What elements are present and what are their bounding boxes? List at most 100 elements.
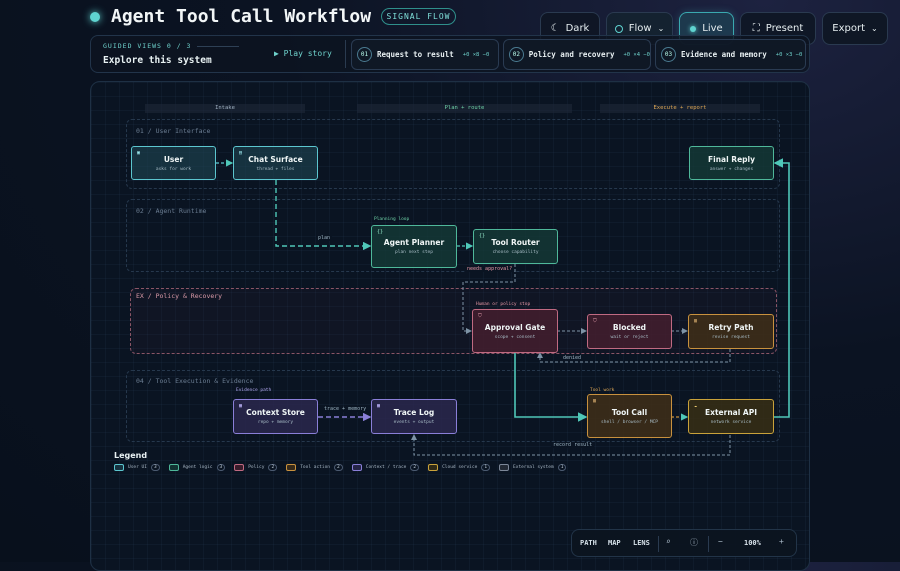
node-title: Final Reply bbox=[708, 154, 755, 164]
node-title: Retry Path bbox=[708, 323, 754, 332]
zoom-out-button[interactable]: − bbox=[718, 537, 723, 546]
legend-item-tool-action: Tool action 2 bbox=[286, 464, 343, 471]
tag-tool-work: Tool work bbox=[590, 388, 615, 393]
legend-item-context-trace: Context / trace 2 bbox=[351, 464, 420, 471]
code-icon: {} bbox=[377, 229, 384, 235]
database-icon: ▦ bbox=[239, 403, 243, 409]
node-subtitle: revise request bbox=[712, 335, 750, 340]
step-label: Policy and recovery bbox=[528, 50, 615, 59]
export-label: Export bbox=[832, 23, 866, 34]
legend-count: 2 bbox=[410, 464, 420, 471]
node-approval-gate[interactable]: ⛉ Approval Gate scope + consent bbox=[472, 309, 558, 353]
step-counts: +0 ×4 −0 bbox=[623, 51, 651, 58]
legend-count: 3 bbox=[216, 464, 226, 471]
node-subtitle: asks for work bbox=[155, 166, 192, 172]
legend-title: Legend bbox=[114, 451, 148, 460]
present-label: Present bbox=[765, 23, 804, 34]
node-title: Approval Gate bbox=[484, 322, 546, 332]
legend-item-user-ui: User UI 3 bbox=[114, 464, 160, 471]
log-icon: ▦ bbox=[377, 403, 381, 409]
legend-list: User UI 3 Agent logic 3 Policy 2 Tool actio… bbox=[114, 464, 567, 471]
guided-views-title: Explore this system bbox=[103, 55, 212, 66]
node-retry-path[interactable]: ▥ Retry Path revise request bbox=[688, 314, 774, 349]
help-icon[interactable]: ⓘ bbox=[690, 537, 698, 548]
node-title: External API bbox=[704, 408, 757, 417]
node-chat-surface[interactable]: ▤ Chat Surface thread + files bbox=[233, 146, 318, 180]
column-header-intake: Intake bbox=[145, 104, 305, 113]
node-title: Agent Planner bbox=[383, 238, 445, 247]
legend-label: User UI bbox=[128, 465, 147, 470]
node-external-api[interactable]: ☁ External API network service bbox=[688, 399, 774, 434]
tool-icon: ▥ bbox=[593, 398, 597, 404]
legend-swatch bbox=[351, 464, 362, 471]
step-number: 01 bbox=[357, 47, 372, 62]
live-label: Live bbox=[702, 23, 723, 34]
node-title: Chat Surface bbox=[248, 154, 303, 164]
node-final-reply[interactable]: Final Reply answer + changes bbox=[689, 146, 774, 180]
legend-item-external-system: External system 1 bbox=[499, 464, 567, 471]
lane-label-tool-execution: 04 / Tool Execution & Evidence bbox=[136, 377, 254, 385]
tag-planning-loop: Planning loop bbox=[374, 217, 410, 222]
lens-view-button[interactable]: LENS bbox=[633, 539, 650, 547]
guided-step-3[interactable]: 03 Evidence and memory +0 ×3 −0 bbox=[655, 39, 806, 70]
legend-swatch bbox=[286, 464, 297, 471]
controls-divider bbox=[658, 536, 659, 552]
map-view-button[interactable]: MAP bbox=[608, 539, 621, 547]
chevron-down-icon: ⌄ bbox=[657, 24, 665, 33]
shield-icon: ⛉ bbox=[478, 313, 482, 319]
legend-swatch bbox=[234, 464, 245, 471]
node-user[interactable]: ▣ User asks for work bbox=[131, 146, 216, 180]
chat-icon: ▤ bbox=[239, 150, 243, 156]
legend-swatch bbox=[114, 464, 124, 471]
legend-item-agent-logic: Agent logic 3 bbox=[168, 464, 226, 471]
path-view-button[interactable]: PATH bbox=[580, 539, 597, 547]
node-context-store[interactable]: ▦ Context Store repo + memory bbox=[233, 399, 318, 434]
step-counts: +0 ×8 −0 bbox=[462, 51, 490, 58]
node-tool-call[interactable]: ▥ Tool Call shell / browser / MCP bbox=[587, 394, 672, 438]
node-title: Tool Call bbox=[611, 407, 648, 417]
lane-policy-recovery bbox=[130, 288, 777, 354]
export-dropdown-button[interactable]: Export ⌄ bbox=[822, 12, 888, 45]
node-blocked[interactable]: ⛉ Blocked wait or reject bbox=[587, 314, 672, 349]
node-subtitle: shell / browser / MCP bbox=[601, 419, 658, 425]
zoom-in-button[interactable]: + bbox=[779, 537, 784, 546]
legend-swatch bbox=[168, 464, 179, 471]
theme-label: Dark bbox=[565, 23, 590, 34]
controls-divider bbox=[708, 536, 709, 552]
step-counts: +0 ×3 −0 bbox=[775, 51, 803, 58]
node-subtitle: network service bbox=[710, 420, 752, 425]
legend-label: Policy bbox=[248, 465, 265, 470]
guided-step-2[interactable]: 02 Policy and recovery +0 ×4 −0 bbox=[503, 39, 651, 70]
node-subtitle: choose capability bbox=[492, 250, 539, 255]
legend-label: Context / trace bbox=[365, 465, 407, 470]
legend-label: Agent logic bbox=[182, 465, 213, 470]
edge-label-plan: plan bbox=[316, 235, 333, 241]
lane-label-agent-runtime: 02 / Agent Runtime bbox=[136, 207, 207, 215]
tag-human-policy: Human or policy stop bbox=[476, 302, 531, 307]
legend-item-cloud-service: Cloud service 1 bbox=[428, 464, 491, 471]
node-agent-planner[interactable]: {} Agent Planner plan next step bbox=[371, 225, 457, 268]
node-subtitle: events + output bbox=[393, 420, 435, 425]
step-label: Evidence and memory bbox=[681, 50, 767, 59]
edge-label-trace-memory: trace + memory bbox=[322, 406, 369, 412]
cloud-icon: ☁ bbox=[694, 403, 698, 409]
node-tool-router[interactable]: {} Tool Router choose capability bbox=[473, 229, 558, 264]
user-icon: ▣ bbox=[137, 150, 141, 156]
zoom-level: 100% bbox=[744, 539, 761, 547]
code-icon: {} bbox=[479, 233, 486, 239]
flow-icon bbox=[614, 24, 623, 33]
fullscreen-icon: ⛶ bbox=[752, 23, 760, 34]
guided-views-label: GUIDED VIEWS 0 / 3 bbox=[103, 42, 192, 50]
node-trace-log[interactable]: ▦ Trace Log events + output bbox=[371, 399, 457, 434]
guided-divider bbox=[345, 40, 346, 68]
guided-step-1[interactable]: 01 Request to result +0 ×8 −0 bbox=[351, 39, 499, 70]
page-title: Agent Tool Call Workflow bbox=[111, 6, 372, 27]
legend-count: 2 bbox=[334, 464, 343, 471]
search-icon[interactable]: ⌕ bbox=[666, 537, 671, 546]
tag-evidence-path: Evidence path bbox=[236, 388, 272, 393]
edge-label-needs-approval: needs approval? bbox=[465, 266, 515, 272]
status-dot bbox=[90, 12, 100, 22]
legend-count: 3 bbox=[150, 464, 160, 471]
play-story-button[interactable]: ▶ Play story bbox=[274, 49, 332, 58]
lane-label-user-interface: 01 / User Interface bbox=[136, 127, 211, 135]
